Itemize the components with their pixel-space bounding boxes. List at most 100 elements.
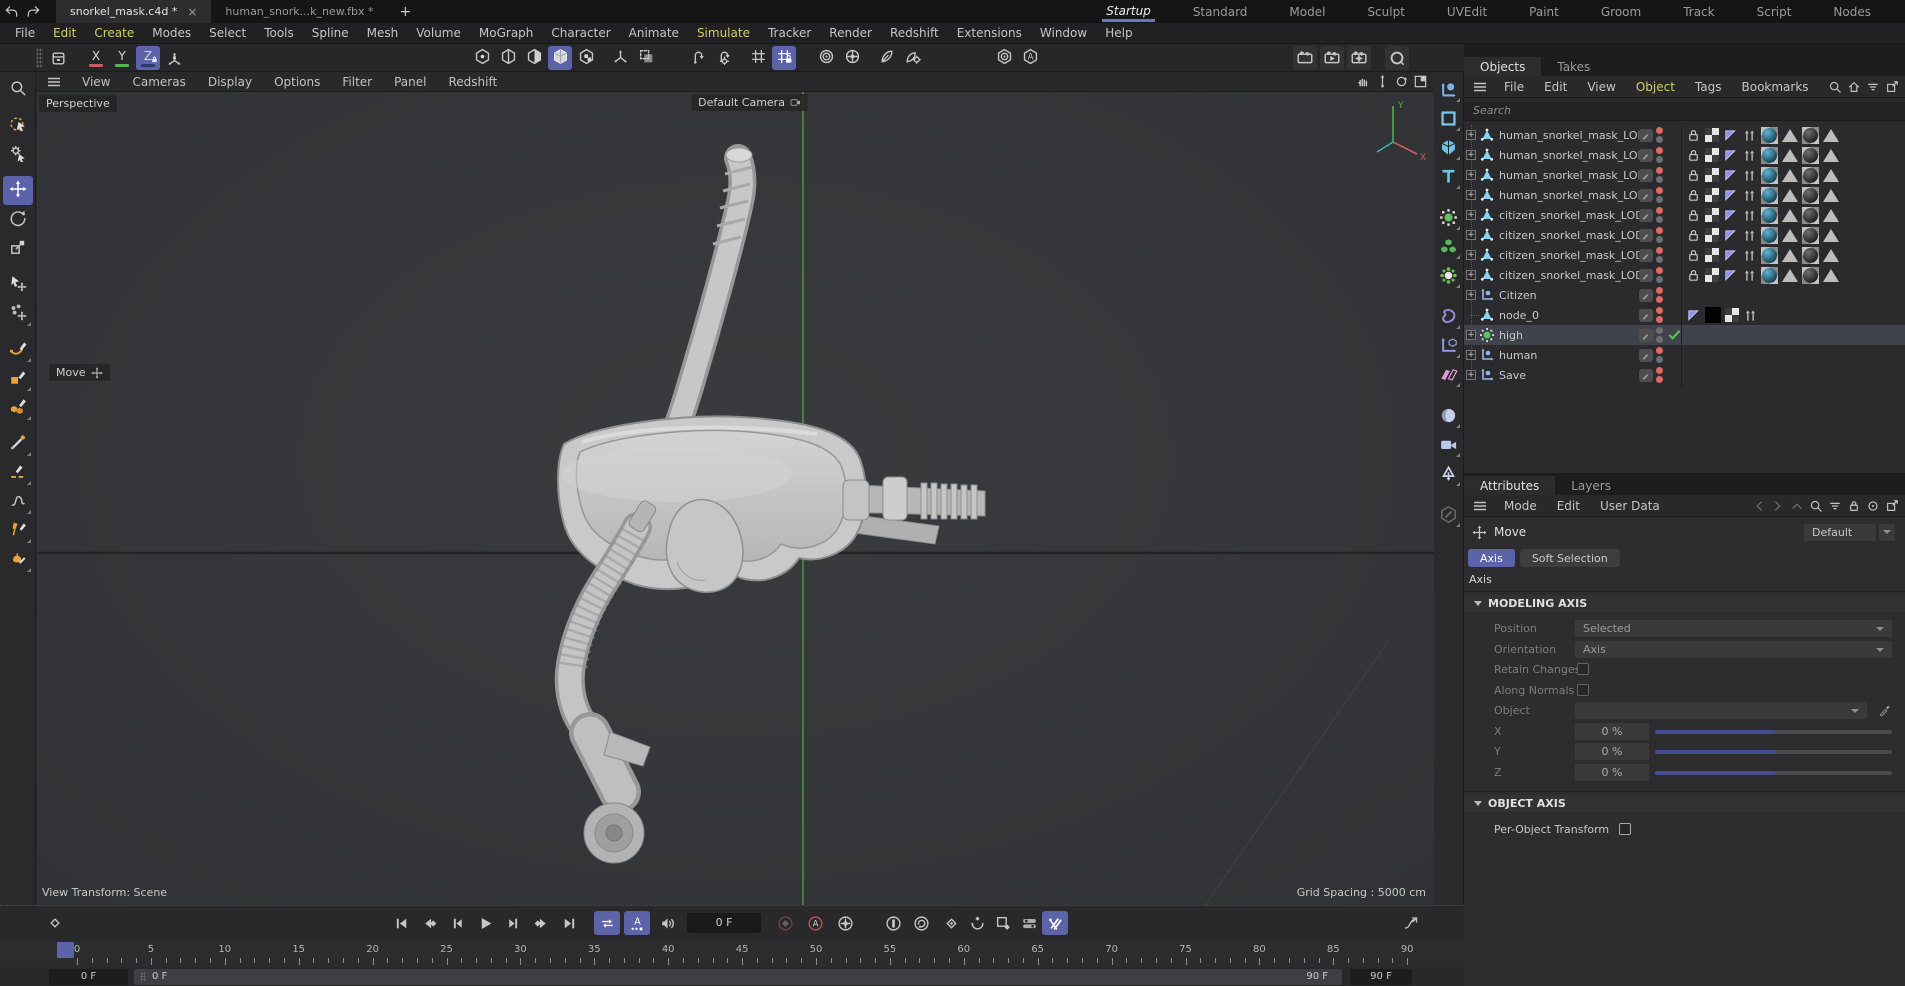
visibility-dots[interactable] <box>1656 207 1663 223</box>
visibility-dot-grey[interactable] <box>1656 256 1663 263</box>
loop-playback-button[interactable] <box>594 911 620 935</box>
visibility-dot-grey[interactable] <box>1656 336 1663 343</box>
skipstart-button[interactable] <box>388 911 414 935</box>
tag-sphere-dark-icon[interactable] <box>1802 127 1819 144</box>
visibility-dot-grey[interactable] <box>1656 327 1663 334</box>
tag-sphere-dark-icon[interactable] <box>1802 187 1819 204</box>
position-dropdown[interactable]: Selected <box>1575 620 1892 637</box>
visibility-dot-red[interactable] <box>1656 376 1663 383</box>
object-row-human_snorkel_mask_LOD0[interactable]: +human_snorkel_mask_LOD0 <box>1464 185 1905 205</box>
rotate-tool[interactable] <box>3 205 33 234</box>
expand-icon[interactable]: + <box>1466 150 1476 160</box>
visibility-dot-red[interactable] <box>1656 316 1663 323</box>
tag-tri-icon[interactable] <box>1782 269 1798 282</box>
edit-toggle-icon[interactable] <box>1639 329 1653 342</box>
menu-create[interactable]: Create <box>85 26 143 40</box>
visibility-dots[interactable] <box>1656 287 1663 303</box>
undo-icon[interactable] <box>0 0 22 23</box>
menu-render[interactable]: Render <box>820 26 881 40</box>
axis-lock-z[interactable]: Z <box>136 46 160 70</box>
popout-icon[interactable] <box>1885 499 1899 513</box>
pin-pen-tool[interactable] <box>3 516 33 545</box>
visibility-dot-red[interactable] <box>1656 347 1663 354</box>
tag-sphere-dark-icon[interactable] <box>1802 167 1819 184</box>
visibility-dot-red[interactable] <box>1656 227 1663 234</box>
layout-tab-paint[interactable]: Paint <box>1525 3 1563 21</box>
viewport-canvas[interactable]: Perspective Default Camera Move Y X View… <box>37 92 1434 905</box>
objects-menu-file[interactable]: File <box>1494 80 1534 94</box>
visibility-dot-red[interactable] <box>1656 167 1663 174</box>
expand-icon[interactable]: + <box>1466 130 1476 140</box>
orientation-dropdown[interactable]: Axis <box>1575 641 1892 658</box>
expand-icon[interactable]: + <box>1466 190 1476 200</box>
safe-frame-button[interactable] <box>992 46 1016 70</box>
tag-tri-icon[interactable] <box>1823 209 1839 222</box>
maxi-icon[interactable] <box>1413 74 1428 89</box>
tag-tri-icon[interactable] <box>1782 189 1798 202</box>
attributes-menu-mode[interactable]: Mode <box>1494 499 1547 513</box>
rect-pen-tool[interactable] <box>3 364 33 393</box>
autokeying-button[interactable]: A <box>802 911 828 935</box>
object-row-citizen_snorkel_mask_LOD3[interactable]: +citizen_snorkel_mask_LOD3 <box>1464 205 1905 225</box>
document-tab-1[interactable]: human_snork...k_new.fbx * <box>211 0 387 23</box>
layout-tab-nodes[interactable]: Nodes <box>1829 3 1875 21</box>
polygons-mode-button[interactable] <box>522 46 546 70</box>
filter-icon[interactable] <box>1866 80 1880 94</box>
camera-object-button[interactable] <box>1436 433 1462 459</box>
key-selected-button[interactable] <box>990 911 1016 935</box>
y-value-field[interactable]: 0 % <box>1575 743 1649 760</box>
render-view-button[interactable] <box>1293 46 1317 70</box>
layout-tab-sculpt[interactable]: Sculpt <box>1363 3 1408 21</box>
tag-tri-icon[interactable] <box>1823 229 1839 242</box>
spline-pen-tool[interactable] <box>3 335 33 364</box>
tag-sphere-blue-icon[interactable] <box>1761 147 1778 164</box>
tag-uv-icon[interactable] <box>1742 128 1757 143</box>
tab-takes[interactable]: Takes <box>1541 57 1606 76</box>
keyprev-button[interactable] <box>416 911 442 935</box>
tag-tri-icon[interactable] <box>1823 189 1839 202</box>
object-row-citizen_snorkel_mask_LOD1[interactable]: +citizen_snorkel_mask_LOD1 <box>1464 245 1905 265</box>
object-row-high[interactable]: +high <box>1464 325 1905 345</box>
search-icon[interactable] <box>1809 499 1823 513</box>
search-input[interactable]: Search <box>1464 102 1905 121</box>
expand-icon[interactable]: + <box>1466 350 1476 360</box>
tag-lock-icon[interactable] <box>1686 248 1701 263</box>
visibility-dot-red[interactable] <box>1656 247 1663 254</box>
tag-flag-icon[interactable] <box>1723 188 1738 203</box>
tag-uv-icon[interactable] <box>1742 228 1757 243</box>
visibility-dot-grey[interactable] <box>1656 216 1663 223</box>
expand-icon[interactable]: + <box>1466 270 1476 280</box>
menu-modes[interactable]: Modes <box>143 26 200 40</box>
visibility-dots[interactable] <box>1656 307 1663 323</box>
tag-lock-icon[interactable] <box>1686 268 1701 283</box>
z-slider[interactable] <box>1655 771 1892 775</box>
edit-toggle-icon[interactable] <box>1639 249 1653 262</box>
hand-icon[interactable] <box>1356 74 1371 89</box>
layout-tab-uvedit[interactable]: UVEdit <box>1443 3 1491 21</box>
visibility-dot-red[interactable] <box>1656 307 1663 314</box>
menu-animate[interactable]: Animate <box>620 26 688 40</box>
menu-window[interactable]: Window <box>1031 26 1096 40</box>
retain-changes-checkbox[interactable] <box>1577 663 1589 675</box>
tag-tri-icon[interactable] <box>1823 129 1839 142</box>
enabled-check-icon[interactable] <box>1667 327 1682 342</box>
expand-icon[interactable]: + <box>1466 330 1476 340</box>
menu-edit[interactable]: Edit <box>44 26 85 40</box>
key-snap-button[interactable] <box>1042 911 1068 935</box>
keyframe-settings-button[interactable] <box>832 911 858 935</box>
tag-checker-icon[interactable] <box>1705 208 1719 222</box>
tag-flag-icon[interactable] <box>1686 308 1701 323</box>
objects-menu-edit[interactable]: Edit <box>1534 80 1577 94</box>
tag-sphere-blue-icon[interactable] <box>1761 207 1778 224</box>
menu-select[interactable]: Select <box>200 26 255 40</box>
menu-spline[interactable]: Spline <box>303 26 358 40</box>
menu-mesh[interactable]: Mesh <box>358 26 408 40</box>
tag-sphere-dark-icon[interactable] <box>1802 147 1819 164</box>
object-row-human_snorkel_mask_LOD2[interactable]: +human_snorkel_mask_LOD2 <box>1464 145 1905 165</box>
orbit-icon[interactable] <box>1394 74 1409 89</box>
menu-mograph[interactable]: MoGraph <box>470 26 543 40</box>
document-tab-0[interactable]: snorkel_mask.c4d *× <box>56 0 211 23</box>
scale-tool[interactable] <box>3 234 33 263</box>
layout-tab-startup[interactable]: Startup <box>1102 2 1155 22</box>
menu-file[interactable]: File <box>6 26 44 40</box>
